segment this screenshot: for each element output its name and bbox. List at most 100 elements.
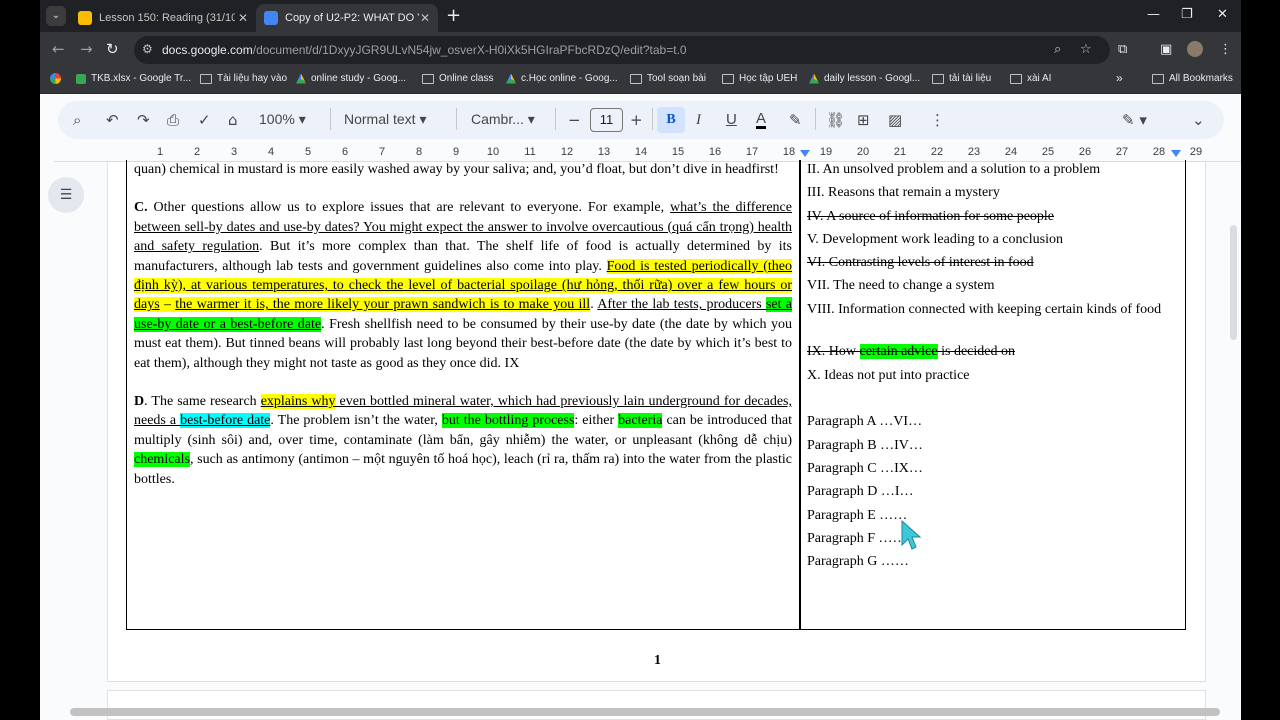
bookmark-item[interactable]: online study - Goog... [296,73,406,84]
page-number: 1 [654,653,661,668]
paragraph-c: C. Other questions allow us to explore i… [134,200,793,371]
ruler-number: 8 [415,146,423,158]
ruler-number: 14 [634,146,648,158]
decrease-font-size-icon[interactable]: − [568,111,581,129]
collapse-toolbar-icon[interactable]: ⌄ [1192,111,1205,129]
spellcheck-icon[interactable]: ✓ [198,111,211,129]
bookmark-item[interactable]: tải tài liệu [932,73,991,84]
bookmark-item[interactable]: Online class [422,73,493,84]
add-comment-icon[interactable]: ⊞ [857,111,870,129]
tab-title: Lesson 150: Reading (31/10) - G [99,12,235,24]
heading-viii: VIII. Information connected with keeping… [807,301,1162,317]
folder-icon [422,73,434,84]
insert-link-icon[interactable]: ⛓ [826,111,845,129]
ruler-number: 21 [893,146,907,158]
new-tab-button[interactable]: + [446,6,461,26]
forward-icon[interactable]: → [80,40,93,58]
site-info-icon[interactable]: ⚙ [142,42,153,56]
insert-image-icon[interactable]: ▨ [888,111,902,129]
ruler-number: 7 [378,146,386,158]
text-color-button[interactable]: A [756,111,767,129]
back-icon[interactable]: ← [52,40,65,58]
close-icon[interactable]: ✕ [420,11,430,25]
redo-icon[interactable]: ↷ [137,111,150,129]
minimize-button[interactable]: — [1147,7,1160,22]
bookmark-item[interactable]: Tool soạn bài [630,73,706,84]
horizontal-scrollbar[interactable] [70,708,1220,716]
bookmarks-bar: TKB.xlsx - Google Tr... Tài liệu hay vào… [40,68,1241,94]
increase-font-size-icon[interactable]: + [630,111,643,129]
address-bar[interactable]: ⚙ docs.google.com/document/d/1DxyyJGR9UL… [134,36,1110,64]
ruler-number: 24 [1004,146,1018,158]
passage-column[interactable]: quan) chemical in mustard is more easily… [134,160,793,508]
bookmark-star-icon[interactable]: ☆ [1080,42,1092,57]
print-icon[interactable]: ⎙ [167,111,179,129]
bookmark-item[interactable]: c.Học online - Goog... [506,73,618,84]
more-options-icon[interactable]: ⋮ [930,111,945,129]
reload-icon[interactable]: ↻ [106,40,119,58]
zoom-lens-icon[interactable]: ⌕ [1054,42,1061,57]
undo-icon[interactable]: ↶ [106,111,119,129]
bookmark-item[interactable]: Học tập UEH [722,73,797,84]
bookmark-item[interactable]: Tài liệu hay vào [200,73,287,84]
font-select[interactable]: Cambr... ▾ [471,111,535,128]
url-text: docs.google.com/document/d/1DxyyJGR9ULvN… [162,43,687,57]
ruler-number: 10 [486,146,500,158]
ruler-number: 17 [745,146,759,158]
heading-vii: VII. The need to change a system [807,278,995,294]
italic-button[interactable]: I [696,111,701,129]
folder-icon [722,73,734,84]
left-indent-marker[interactable] [800,150,810,157]
answer-line: Paragraph G …… [807,554,909,570]
paragraph-d: D. The same research explains why even b… [134,394,793,487]
toolbar-divider [815,108,816,130]
sheets-icon [76,73,86,84]
editing-mode-icon[interactable]: ✎ ▾ [1122,111,1147,129]
tab-copy-u2-p2[interactable]: Copy of U2-P2: WHAT DO YOU ✕ [256,4,438,32]
document-outline-icon[interactable]: ☰ [48,177,84,213]
paint-format-icon[interactable]: ⌂ [228,111,238,129]
font-size-input[interactable]: 11 [590,108,623,132]
ruler-number: 16 [708,146,722,158]
bookmark-item[interactable]: daily lesson - Googl... [809,73,920,84]
google-icon[interactable] [50,73,61,84]
tab-search-button[interactable]: ⌄ [46,6,66,26]
style-select[interactable]: Normal text ▾ [344,111,427,128]
highlight-color-icon[interactable]: ✎ [789,111,802,129]
folder-icon [1010,73,1022,84]
bold-button[interactable]: B [657,107,685,133]
ruler-number: 1 [156,146,164,158]
bookmark-item[interactable]: xài AI [1010,73,1051,84]
restore-button[interactable]: ❐ [1181,7,1193,22]
tab-title: Copy of U2-P2: WHAT DO YOU [285,12,419,24]
headings-column[interactable]: II. An unsolved problem and a solution t… [807,160,1179,575]
drive-icon [809,73,819,84]
ruler-number: 11 [524,146,536,158]
answer-line: Paragraph F …… [807,530,907,546]
close-window-button[interactable]: ✕ [1217,7,1228,22]
right-indent-marker[interactable] [1171,150,1181,157]
document-page[interactable]: quan) chemical in mustard is more easily… [107,160,1206,682]
close-icon[interactable]: ✕ [238,11,248,25]
all-bookmarks[interactable]: All Bookmarks [1152,73,1233,84]
browser-window: ⌄ Lesson 150: Reading (31/10) - G ✕ Copy… [40,0,1241,720]
profile-avatar[interactable] [1187,41,1203,57]
ruler-number: 6 [341,146,349,158]
ruler-number: 18 [782,146,796,158]
toolbar-divider [555,108,556,130]
paragraph-b-end: quan) chemical in mustard is more easily… [134,162,779,177]
more-bookmarks-button[interactable]: » [1116,71,1123,85]
ruler-number: 22 [930,146,944,158]
menu-kebab-icon[interactable]: ⋮ [1219,42,1232,57]
underline-button[interactable]: U [726,111,737,129]
search-menus-icon[interactable]: ⌕ [73,111,81,129]
toolbar-divider [652,108,653,130]
tab-lesson-150[interactable]: Lesson 150: Reading (31/10) - G ✕ [70,4,256,32]
bookmark-item[interactable]: TKB.xlsx - Google Tr... [76,73,191,84]
folder-icon [630,73,642,84]
vertical-scrollbar[interactable] [1230,225,1237,340]
side-panel-icon[interactable]: ▣ [1160,42,1172,57]
extensions-icon[interactable]: ⧉ [1118,42,1127,57]
zoom-select[interactable]: 100% ▾ [259,111,306,128]
answer-line: Paragraph B …IV… [807,437,923,453]
